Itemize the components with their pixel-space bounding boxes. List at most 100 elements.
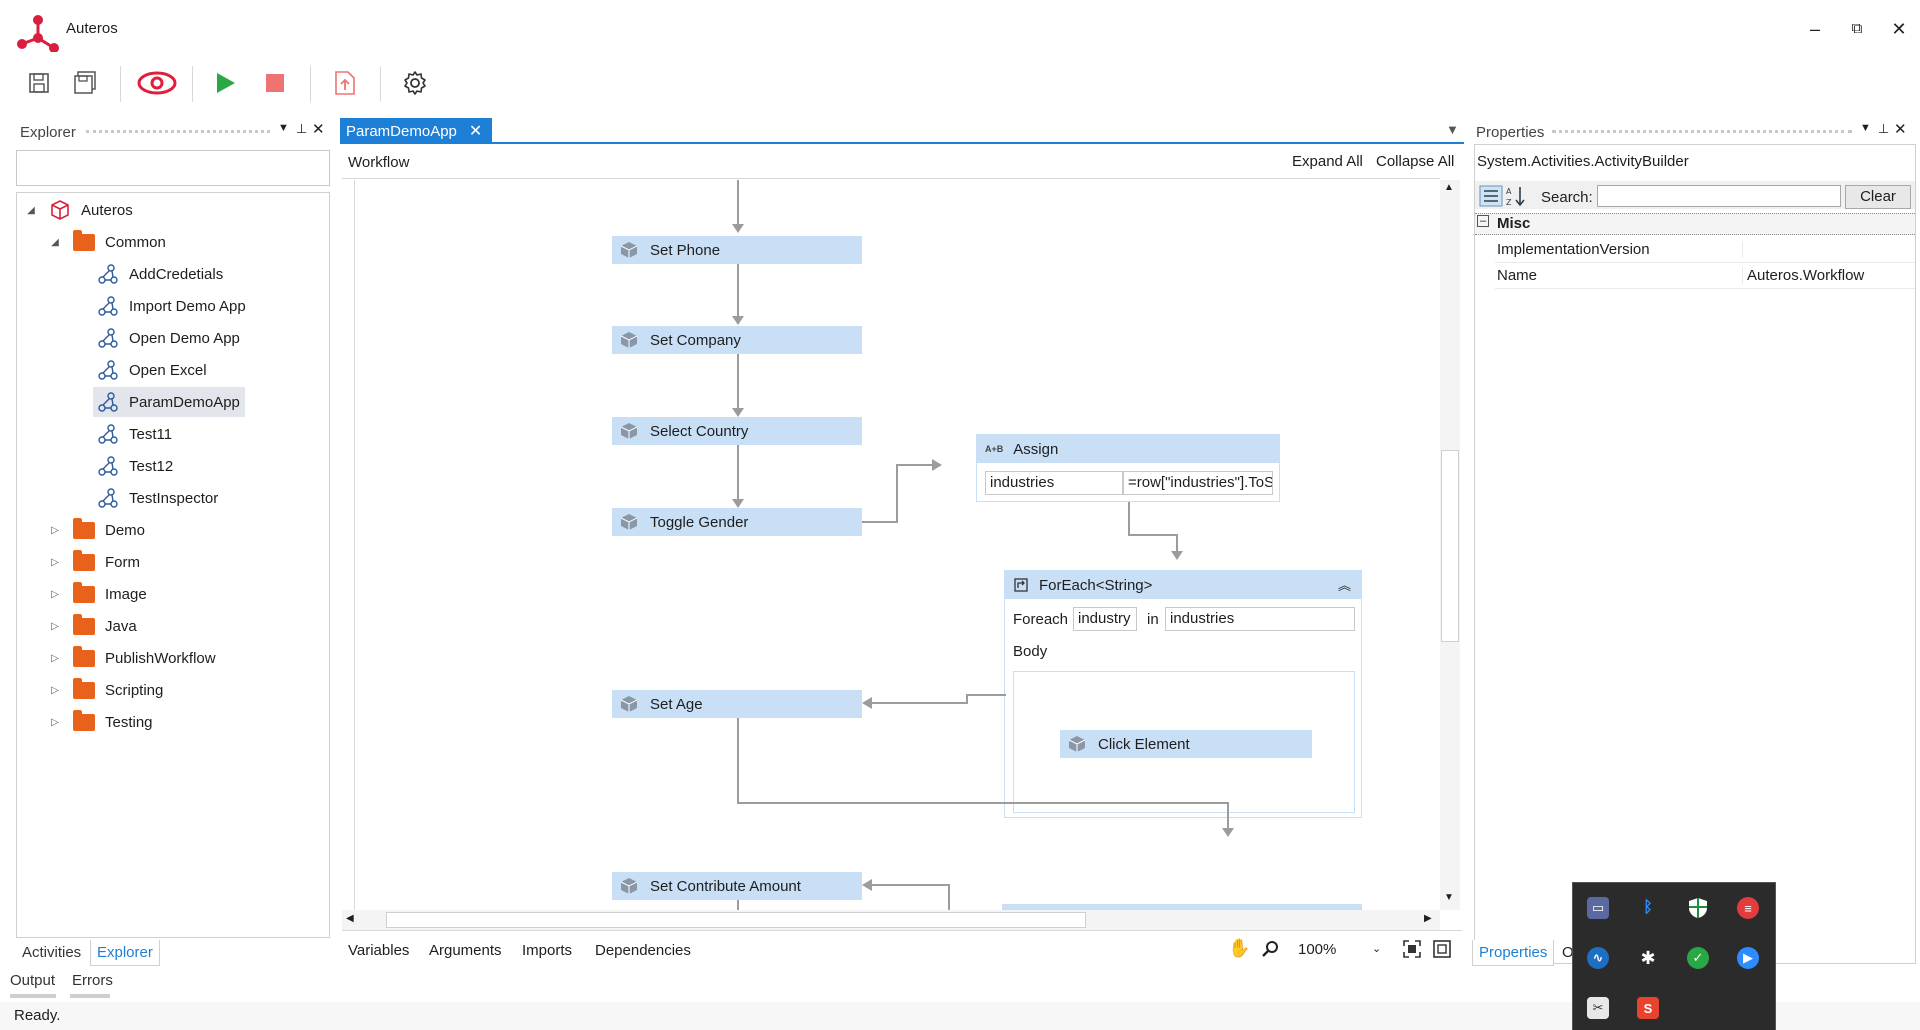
stop-button[interactable]	[258, 66, 292, 100]
tree-folder-common[interactable]: ◢ Common	[49, 227, 166, 257]
tree-item-testinspector[interactable]: TestInspector	[97, 483, 218, 513]
restore-button[interactable]: ⧉	[1842, 14, 1872, 44]
tree-item-paramdemoapp[interactable]: ParamDemoApp	[93, 387, 245, 417]
tree-folder-testing[interactable]: ▷ Testing	[49, 707, 153, 737]
vertical-scroll-thumb[interactable]	[1441, 450, 1459, 642]
tab-activities[interactable]: Activities	[22, 944, 81, 961]
tree-item-addcredetials[interactable]: AddCredetials	[97, 259, 223, 289]
tab-variables[interactable]: Variables	[348, 942, 409, 959]
tab-explorer[interactable]: Explorer	[90, 940, 160, 966]
tree-item-test12[interactable]: Test12	[97, 451, 173, 481]
collapse-category-icon[interactable]: –	[1477, 215, 1489, 227]
expand-arrow-icon[interactable]: ▷	[49, 685, 61, 696]
overview-map-icon[interactable]	[1432, 939, 1452, 959]
tab-paramdemoapp[interactable]: ParamDemoApp ✕	[340, 118, 493, 144]
zoom-dropdown-icon[interactable]: ⌄	[1372, 942, 1381, 955]
expand-arrow-icon[interactable]: ▷	[49, 621, 61, 632]
tab-properties[interactable]: Properties	[1472, 940, 1555, 966]
activity-toggle-gender[interactable]: Toggle Gender	[612, 508, 862, 536]
explorer-pin-icon[interactable]: ⊥	[296, 121, 307, 137]
activity-set-contribute-amount[interactable]: Set Contribute Amount	[612, 872, 862, 900]
tree-folder-form[interactable]: ▷ Form	[49, 547, 140, 577]
fit-to-screen-icon[interactable]	[1402, 939, 1422, 959]
explorer-close-icon[interactable]: ✕	[312, 120, 325, 138]
foreach-collection-field[interactable]: industries	[1165, 607, 1355, 631]
tree-item-open-demo-app[interactable]: Open Demo App	[97, 323, 240, 353]
tab-dependencies[interactable]: Dependencies	[595, 942, 691, 959]
sync-check-icon[interactable]: ✓	[1687, 947, 1709, 969]
tree-folder-image[interactable]: ▷ Image	[49, 579, 147, 609]
properties-dropdown-icon[interactable]: ▼	[1860, 122, 1871, 134]
tree-folder-java[interactable]: ▷ Java	[49, 611, 137, 641]
foreach-item-field[interactable]: industry	[1073, 607, 1137, 631]
activity-assign[interactable]: A+B Assign industries =row["industries"]…	[976, 434, 1280, 502]
activity-click-element[interactable]: Click Element	[1060, 730, 1312, 758]
tab-arguments[interactable]: Arguments	[429, 942, 502, 959]
scroll-up-icon[interactable]: ▲	[1444, 182, 1454, 193]
property-row[interactable]: Name Auteros.Workflow	[1495, 263, 1915, 289]
zoom-level[interactable]: 100%	[1298, 941, 1336, 958]
activity-select-country[interactable]: Select Country	[612, 417, 862, 445]
tree-folder-publishworkflow[interactable]: ▷ PublishWorkflow	[49, 643, 216, 673]
tree-item-open-excel[interactable]: Open Excel	[97, 355, 207, 385]
breadcrumb[interactable]: Workflow	[348, 154, 409, 171]
publish-button[interactable]	[328, 66, 362, 100]
slack-icon[interactable]: ✱	[1637, 947, 1659, 969]
network-monitor-icon[interactable]: ∿	[1587, 947, 1609, 969]
record-icon[interactable]: ≡	[1737, 897, 1759, 919]
property-row[interactable]: ImplementationVersion	[1495, 237, 1915, 263]
zoom-meeting-icon[interactable]: ▶	[1737, 947, 1759, 969]
close-button[interactable]: ✕	[1884, 14, 1914, 44]
inspect-button[interactable]	[136, 66, 178, 100]
clear-button[interactable]: Clear	[1845, 185, 1911, 209]
foreach-body[interactable]: Click Element	[1013, 671, 1355, 813]
expand-arrow-icon[interactable]: ▷	[49, 717, 61, 728]
tree-item-test11[interactable]: Test11	[97, 419, 172, 449]
explorer-dropdown-icon[interactable]: ▼	[278, 122, 289, 134]
tree-root-auteros[interactable]: ◢ Auteros	[25, 195, 133, 225]
activity-set-company[interactable]: Set Company	[612, 326, 862, 354]
pan-hand-icon[interactable]: ✋	[1228, 938, 1250, 959]
scroll-down-icon[interactable]: ▼	[1444, 892, 1454, 903]
expand-arrow-icon[interactable]: ▷	[49, 525, 61, 536]
assign-value-field[interactable]: =row["industries"].ToS	[1123, 471, 1273, 495]
sort-alpha-icon[interactable]: AZ	[1505, 185, 1527, 207]
expand-arrow-icon[interactable]: ▷	[49, 557, 61, 568]
explorer-search-input[interactable]	[16, 150, 330, 186]
canvas-horizontal-scrollbar[interactable]: ◀ ▶	[342, 910, 1440, 930]
tree-folder-scripting[interactable]: ▷ Scripting	[49, 675, 163, 705]
expand-all-button[interactable]: Expand All	[1292, 153, 1363, 170]
close-tab-icon[interactable]: ✕	[469, 121, 482, 141]
doc-menu-icon[interactable]: ▼	[1446, 122, 1459, 137]
expand-arrow-icon[interactable]: ▷	[49, 653, 61, 664]
bluetooth-icon[interactable]: ᛒ	[1637, 897, 1659, 919]
tab-imports[interactable]: Imports	[522, 942, 572, 959]
app-s-icon[interactable]: S	[1637, 997, 1659, 1019]
categorized-view-icon[interactable]	[1479, 185, 1503, 207]
activity-foreach[interactable]: ForEach<String> ︽ Foreach industry in in…	[1004, 570, 1362, 818]
snipping-tool-icon[interactable]: ✂	[1587, 997, 1609, 1019]
tab-output[interactable]: Output	[10, 972, 55, 989]
canvas-vertical-scrollbar[interactable]: ▲ ▼	[1440, 180, 1460, 910]
collapse-arrow-icon[interactable]: ◢	[25, 205, 37, 216]
settings-button[interactable]	[398, 66, 432, 100]
tree-item-import-demo-app[interactable]: Import Demo App	[97, 291, 246, 321]
expand-arrow-icon[interactable]: ▷	[49, 589, 61, 600]
tree-folder-demo[interactable]: ▷ Demo	[49, 515, 145, 545]
scroll-left-icon[interactable]: ◀	[346, 913, 354, 924]
run-button[interactable]	[208, 66, 242, 100]
security-shield-icon[interactable]	[1687, 897, 1709, 919]
display-icon[interactable]: ▭	[1587, 897, 1609, 919]
tab-errors[interactable]: Errors	[72, 972, 113, 989]
assign-to-field[interactable]: industries	[985, 471, 1123, 495]
activity-set-age[interactable]: Set Age	[612, 690, 862, 718]
horizontal-scroll-thumb[interactable]	[386, 912, 1086, 928]
properties-search-input[interactable]	[1597, 185, 1841, 207]
collapse-arrow-icon[interactable]: ◢	[49, 237, 61, 248]
properties-close-icon[interactable]: ✕	[1894, 120, 1907, 138]
workflow-canvas[interactable]: Set Phone Set Company Select Country Tog…	[354, 180, 1444, 910]
save-button[interactable]	[22, 66, 56, 100]
activity-set-phone[interactable]: Set Phone	[612, 236, 862, 264]
zoom-icon[interactable]	[1262, 940, 1280, 958]
collapse-all-button[interactable]: Collapse All	[1376, 153, 1454, 170]
